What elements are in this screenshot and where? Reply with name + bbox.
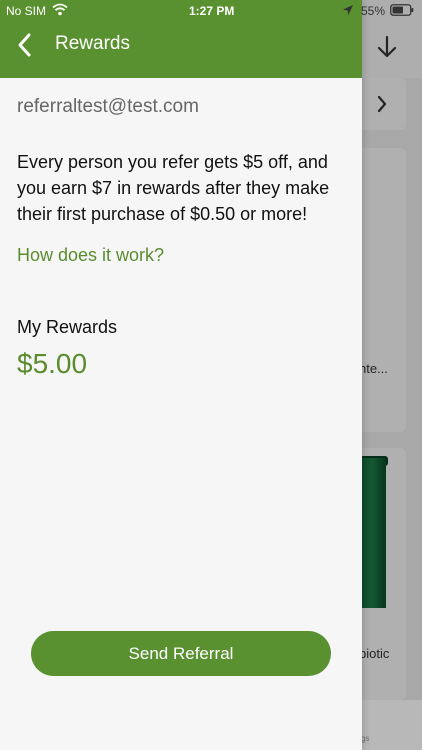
battery-icon — [390, 4, 414, 16]
send-referral-button[interactable]: Send Referral — [31, 631, 331, 676]
rewards-amount: $5.00 — [17, 348, 88, 379]
battery-percent: 55% — [361, 4, 386, 18]
location-icon — [343, 5, 353, 15]
how-it-works-link[interactable]: How does it work? — [17, 245, 164, 266]
referral-description: Every person you refer gets $5 off, and … — [17, 152, 330, 224]
rewards-drawer: Rewards referraltest@test.com Every pers… — [0, 0, 362, 750]
page-title: Rewards — [55, 33, 130, 54]
carrier-label: No SIM — [6, 4, 47, 18]
back-button[interactable] — [12, 30, 38, 60]
wifi-icon — [52, 3, 68, 16]
status-bar: No SIM 1:27 PM 55% — [0, 0, 422, 22]
user-email: referraltest@test.com — [17, 96, 199, 117]
clock: 1:27 PM — [189, 4, 235, 18]
chevron-left-icon — [18, 33, 31, 57]
my-rewards-label: My Rewards — [17, 317, 118, 337]
